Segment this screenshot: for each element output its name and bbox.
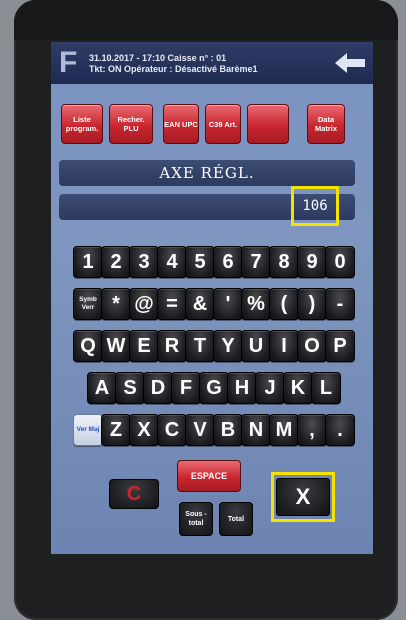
key-z[interactable]: Z xyxy=(101,414,131,446)
key-t[interactable]: T xyxy=(185,330,215,362)
key-m[interactable]: M xyxy=(269,414,299,446)
subtotal-button[interactable]: Sous -total xyxy=(179,502,213,536)
key-percent[interactable]: % xyxy=(241,288,271,320)
key-2[interactable]: 2 xyxy=(101,246,131,278)
key-7[interactable]: 7 xyxy=(241,246,271,278)
key-paren-close[interactable]: ) xyxy=(297,288,327,320)
data-matrix-button[interactable]: Data Matrix xyxy=(307,104,345,144)
device-frame: F 31.10.2017 - 17:10 Caisse n° : 01 Tkt:… xyxy=(14,0,398,620)
espace-button[interactable]: ESPACE xyxy=(177,460,241,492)
header-bar: F 31.10.2017 - 17:10 Caisse n° : 01 Tkt:… xyxy=(51,42,373,84)
total-button[interactable]: Total xyxy=(219,502,253,536)
key-f[interactable]: F xyxy=(171,372,201,404)
key-k[interactable]: K xyxy=(283,372,313,404)
header-date-line: 31.10.2017 - 17:10 Caisse n° : 01 xyxy=(89,53,227,63)
key-3[interactable]: 3 xyxy=(129,246,159,278)
value-field[interactable]: 106 xyxy=(291,186,339,226)
key-r[interactable]: R xyxy=(157,330,187,362)
key-6[interactable]: 6 xyxy=(213,246,243,278)
key-y[interactable]: Y xyxy=(213,330,243,362)
key-x[interactable]: X xyxy=(129,414,159,446)
key-period[interactable]: . xyxy=(325,414,355,446)
key-c[interactable]: C xyxy=(157,414,187,446)
field-title-display: AXE RÉGL. xyxy=(59,160,355,186)
key-d[interactable]: D xyxy=(143,372,173,404)
key-v[interactable]: V xyxy=(185,414,215,446)
key-q[interactable]: Q xyxy=(73,330,103,362)
key-ampersand[interactable]: & xyxy=(185,288,215,320)
key-b[interactable]: B xyxy=(213,414,243,446)
header-status-line: Tkt: ON Opérateur : Désactivé Barème1 xyxy=(89,64,258,74)
close-highlight: X xyxy=(271,472,335,522)
key-u[interactable]: U xyxy=(241,330,271,362)
key-minus[interactable]: - xyxy=(325,288,355,320)
key-0[interactable]: 0 xyxy=(325,246,355,278)
key-apostrophe[interactable]: ' xyxy=(213,288,243,320)
key-5[interactable]: 5 xyxy=(185,246,215,278)
key-4[interactable]: 4 xyxy=(157,246,187,278)
key-9[interactable]: 9 xyxy=(297,246,327,278)
c39-art-button[interactable]: C39 Art. xyxy=(205,104,241,144)
key-asterisk[interactable]: * xyxy=(101,288,131,320)
key-paren-open[interactable]: ( xyxy=(269,288,299,320)
key-p[interactable]: P xyxy=(325,330,355,362)
key-w[interactable]: W xyxy=(101,330,131,362)
liste-program-button[interactable]: Liste program. xyxy=(61,104,103,144)
key-at[interactable]: @ xyxy=(129,288,159,320)
key-symb-verr[interactable]: Symb Verr xyxy=(73,288,103,320)
key-h[interactable]: H xyxy=(227,372,257,404)
touch-screen: F 31.10.2017 - 17:10 Caisse n° : 01 Tkt:… xyxy=(51,42,373,554)
key-o[interactable]: O xyxy=(297,330,327,362)
recher-plu-button[interactable]: Recher. PLU xyxy=(109,104,153,144)
key-s[interactable]: S xyxy=(115,372,145,404)
key-comma[interactable]: , xyxy=(297,414,327,446)
clear-button[interactable]: C xyxy=(109,479,159,509)
blank-function-button[interactable] xyxy=(247,104,289,144)
key-ver-maj[interactable]: Ver Maj xyxy=(73,414,103,446)
key-l[interactable]: L xyxy=(311,372,341,404)
key-n[interactable]: N xyxy=(241,414,271,446)
key-8[interactable]: 8 xyxy=(269,246,299,278)
key-1[interactable]: 1 xyxy=(73,246,103,278)
device-bezel xyxy=(14,0,398,40)
ean-upc-button[interactable]: EAN UPC xyxy=(163,104,199,144)
key-a[interactable]: A xyxy=(87,372,117,404)
back-arrow-icon[interactable] xyxy=(333,51,367,75)
key-j[interactable]: J xyxy=(255,372,285,404)
logo: F xyxy=(59,46,78,79)
key-equals[interactable]: = xyxy=(157,288,187,320)
key-e[interactable]: E xyxy=(129,330,159,362)
key-g[interactable]: G xyxy=(199,372,229,404)
close-button[interactable]: X xyxy=(276,478,330,516)
key-i[interactable]: I xyxy=(269,330,299,362)
